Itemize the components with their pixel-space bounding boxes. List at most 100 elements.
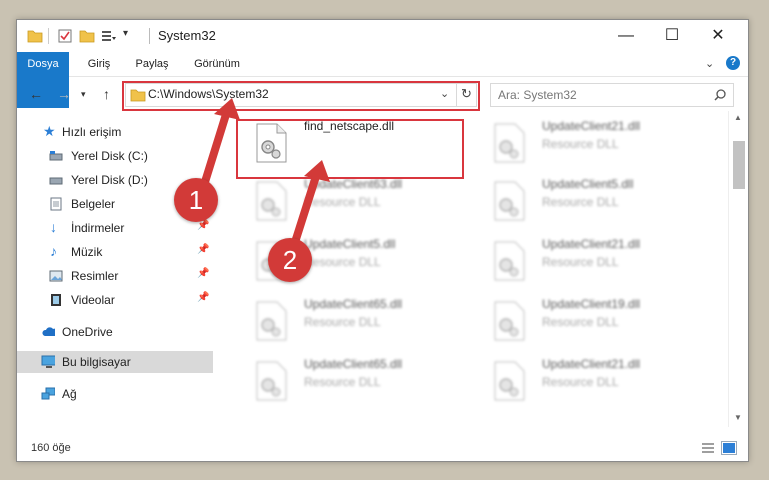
properties-icon[interactable] — [57, 28, 73, 44]
pin-icon[interactable]: 📌 — [197, 292, 209, 303]
file-type: Resource DLL — [542, 315, 619, 329]
scrollbar-thumb[interactable] — [733, 141, 745, 189]
search-box[interactable]: Ara: System32 — [490, 83, 734, 107]
file-name: UpdateClient21.dll — [542, 119, 641, 133]
maximize-button[interactable]: ☐ — [649, 20, 695, 52]
file-name: UpdateClient21.dll — [542, 357, 641, 371]
tab-share[interactable]: Paylaş — [127, 52, 177, 76]
forward-arrow-icon[interactable]: → — [57, 86, 71, 102]
file-highlight — [236, 119, 464, 179]
dll-file-icon — [256, 361, 287, 401]
sidebar-item-music[interactable]: ♪ Müzik 📌 — [17, 241, 213, 263]
item-count: 160 öğe — [31, 442, 71, 454]
dll-file-icon — [256, 181, 287, 221]
file-name: UpdateClient21.dll — [542, 237, 641, 251]
status-bar: 160 öğe — [17, 437, 748, 461]
file-item[interactable]: UpdateClient63.dll Resource DLL — [241, 173, 466, 229]
file-type: Resource DLL — [542, 375, 619, 389]
computer-icon — [41, 355, 55, 368]
ribbon-tabs: Dosya Giriş Paylaş Görünüm ⌄ ? — [17, 52, 748, 108]
file-item[interactable]: UpdateClient21.dll Resource DLL — [479, 233, 704, 289]
sidebar-label: Resimler — [71, 269, 119, 283]
window-title: System32 — [158, 28, 216, 43]
file-name: UpdateClient65.dll — [304, 357, 403, 371]
file-name: UpdateClient5.dll — [542, 177, 634, 191]
minimize-button[interactable]: — — [603, 20, 649, 52]
sidebar-item-pictures[interactable]: Resimler 📌 — [17, 265, 213, 287]
video-icon — [51, 294, 61, 306]
sidebar-label: Hızlı erişim — [62, 125, 122, 139]
expand-ribbon-icon[interactable]: ⌄ — [705, 57, 714, 70]
pictures-icon — [49, 270, 63, 282]
file-name: UpdateClient19.dll — [542, 297, 641, 311]
search-icon[interactable] — [713, 88, 727, 102]
file-name: UpdateClient63.dll — [304, 177, 403, 191]
sidebar-label: İndirmeler — [71, 221, 125, 235]
title-bar: ▾ System32 — ☐ ✕ — [17, 20, 748, 52]
file-type: Resource DLL — [304, 375, 381, 389]
recent-locations-icon[interactable]: ▾ — [81, 89, 86, 100]
quick-access-dropdown-icon[interactable]: ▾ — [123, 28, 128, 44]
sidebar-label: Videolar — [71, 293, 115, 307]
network-icon — [41, 387, 55, 400]
close-button[interactable]: ✕ — [695, 20, 741, 52]
up-arrow-icon[interactable]: ↑ — [103, 86, 110, 102]
sidebar-label: Yerel Disk (D:) — [71, 173, 148, 187]
drive-icon — [49, 151, 63, 161]
sidebar-item-videos[interactable]: Videolar 📌 — [17, 289, 213, 311]
download-icon: ↓ — [50, 219, 57, 235]
file-item[interactable]: UpdateClient65.dll Resource DLL — [241, 353, 466, 409]
file-item[interactable]: UpdateClient19.dll Resource DLL — [479, 293, 704, 349]
file-type: Resource DLL — [542, 195, 619, 209]
file-item[interactable]: UpdateClient21.dll Resource DLL — [479, 353, 704, 409]
sidebar-label: OneDrive — [62, 325, 113, 339]
music-icon: ♪ — [50, 243, 57, 259]
scroll-down-icon[interactable]: ▼ — [734, 413, 742, 422]
step-badge-2: 2 — [268, 238, 312, 282]
cloud-icon — [42, 327, 55, 336]
sidebar-label: Yerel Disk (C:) — [71, 149, 148, 163]
sidebar-item-downloads[interactable]: ↓ İndirmeler 📌 — [17, 217, 213, 239]
customize-icon[interactable] — [101, 28, 117, 44]
dll-file-icon — [494, 123, 525, 163]
tab-home[interactable]: Giriş — [79, 52, 119, 76]
pin-icon[interactable]: 📌 — [197, 244, 209, 255]
tab-view[interactable]: Görünüm — [187, 52, 247, 76]
sidebar-item-network[interactable]: Ağ — [17, 383, 213, 405]
dll-file-icon — [494, 301, 525, 341]
file-item[interactable]: UpdateClient5.dll Resource DLL — [479, 173, 704, 229]
sidebar-item-local-disk-c[interactable]: Yerel Disk (C:) — [17, 145, 213, 167]
sidebar-item-this-pc[interactable]: Bu bilgisayar — [17, 351, 213, 373]
vertical-scrollbar[interactable]: ▲ ▼ — [728, 111, 748, 427]
sidebar-label: Ağ — [62, 387, 77, 401]
address-highlight — [122, 81, 480, 111]
search-input[interactable]: Ara: System32 — [498, 88, 577, 102]
document-icon — [50, 197, 62, 211]
drive-icon — [49, 177, 63, 185]
file-name: UpdateClient65.dll — [304, 297, 403, 311]
file-item[interactable]: UpdateClient65.dll Resource DLL — [241, 293, 466, 349]
sidebar-item-quick-access[interactable]: ★ Hızlı erişim — [17, 121, 213, 143]
new-folder-icon[interactable] — [79, 28, 95, 44]
step-badge-1: 1 — [174, 178, 218, 222]
sidebar-label: Belgeler — [71, 197, 116, 211]
title-separator — [149, 28, 150, 44]
sidebar-item-onedrive[interactable]: OneDrive — [17, 321, 213, 343]
scroll-up-icon[interactable]: ▲ — [734, 113, 742, 122]
details-view-icon[interactable] — [701, 442, 715, 454]
help-icon[interactable]: ? — [726, 56, 740, 70]
file-type: Resource DLL — [542, 137, 619, 151]
sidebar-label: Bu bilgisayar — [62, 355, 131, 369]
file-type: Resource DLL — [304, 195, 381, 209]
dll-file-icon — [494, 241, 525, 281]
star-icon: ★ — [43, 123, 56, 139]
file-type: Resource DLL — [304, 255, 381, 269]
back-arrow-icon[interactable]: ← — [29, 86, 43, 102]
sidebar-label: Müzik — [71, 245, 103, 259]
pin-icon[interactable]: 📌 — [197, 268, 209, 279]
file-name: UpdateClient5.dll — [304, 237, 396, 251]
file-type: Resource DLL — [542, 255, 619, 269]
dll-file-icon — [494, 361, 525, 401]
file-item[interactable]: UpdateClient21.dll Resource DLL — [479, 115, 704, 171]
large-icons-view-icon[interactable] — [721, 441, 737, 455]
